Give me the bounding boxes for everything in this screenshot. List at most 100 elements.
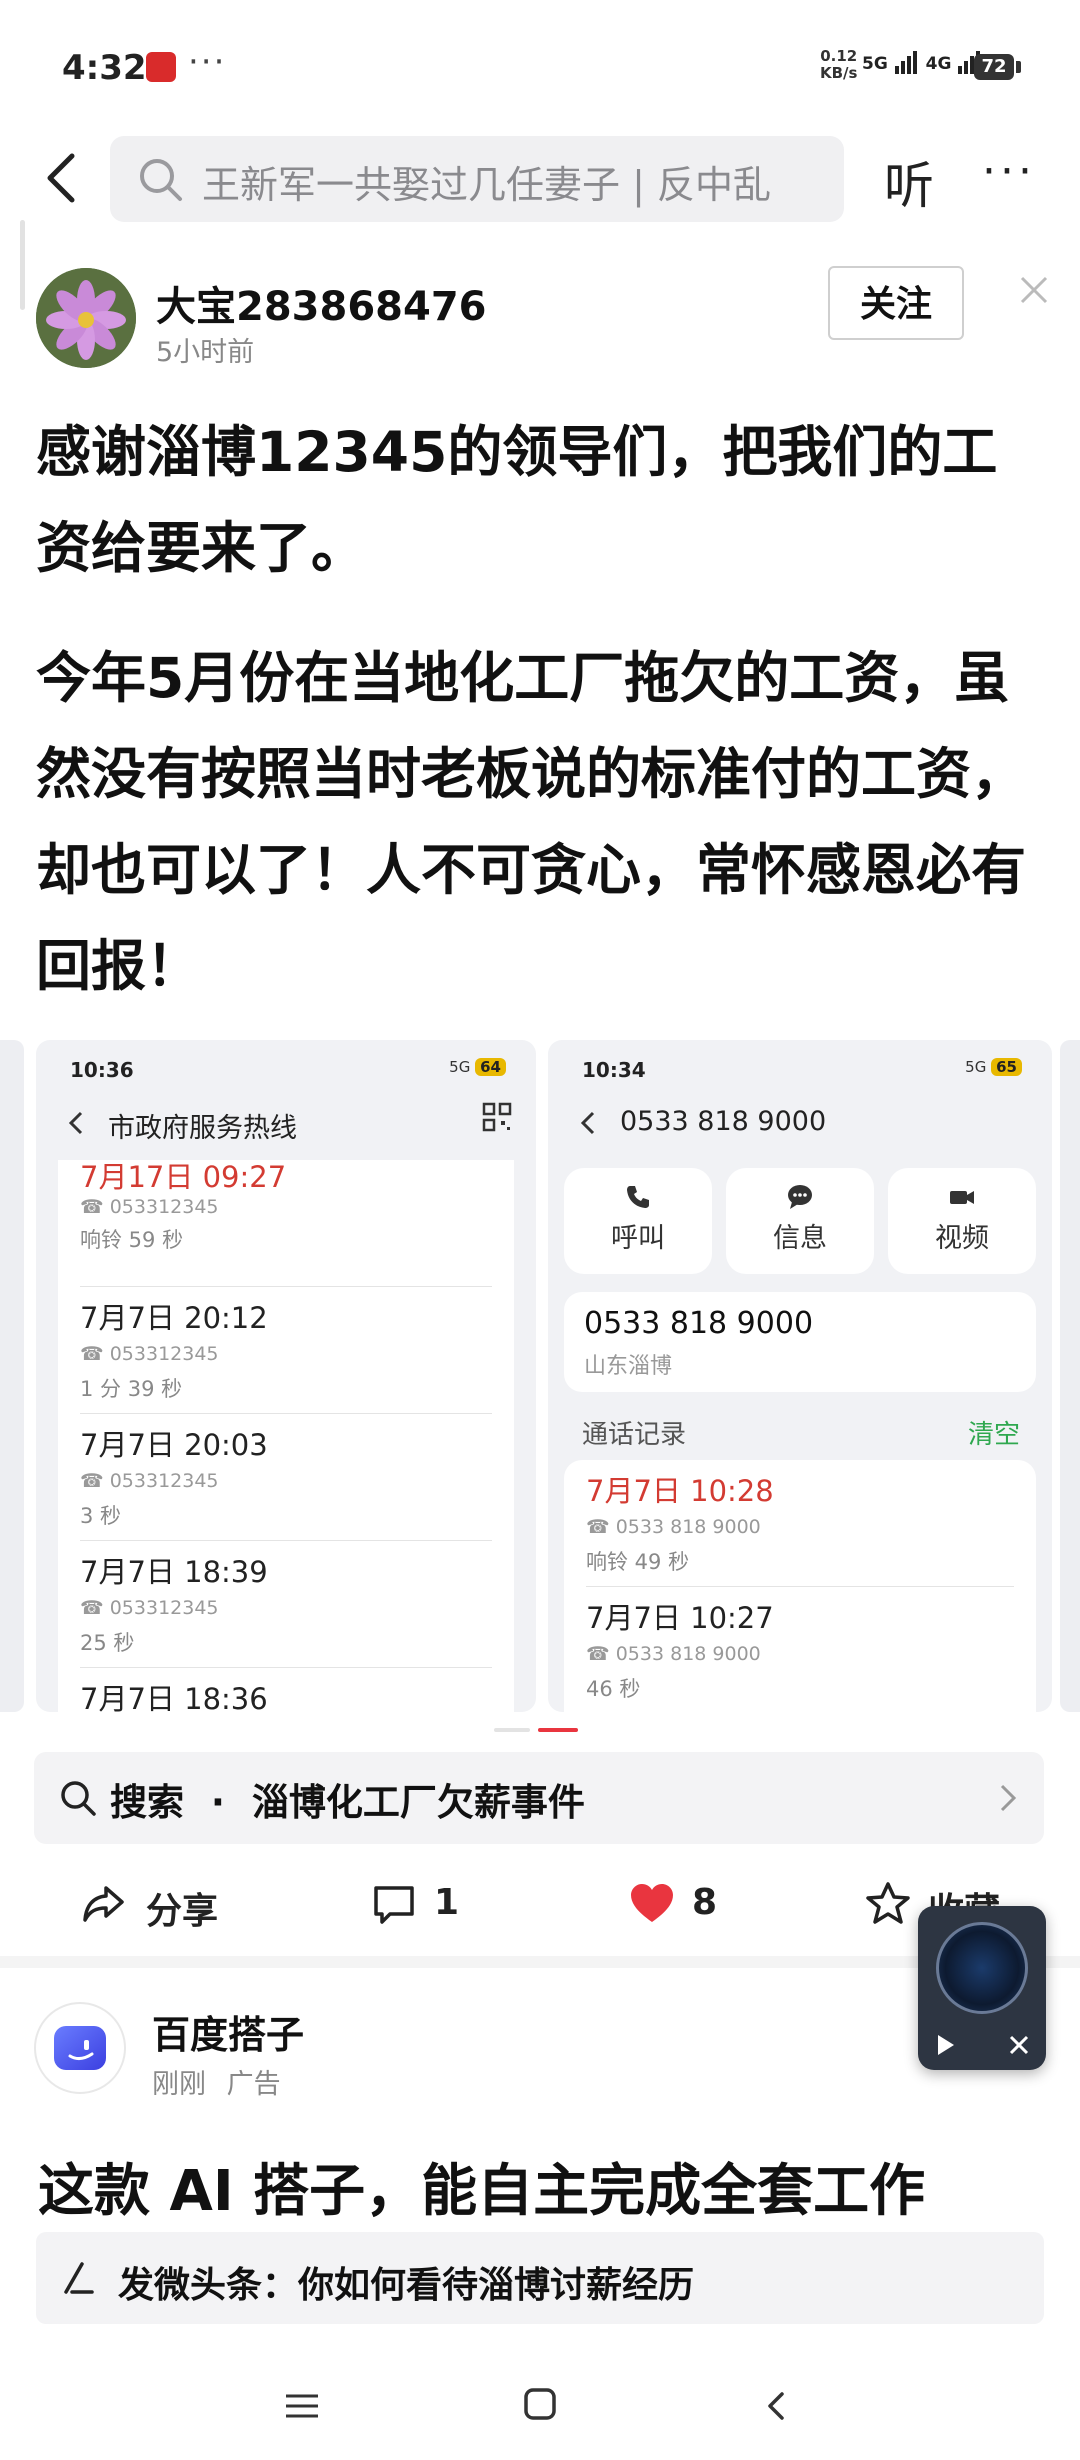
mini-battery-icon: 64 [475,1058,506,1076]
ad-time: 刚刚 [152,2069,206,2100]
call-entry[interactable]: 7月7日 18:36 [80,1668,492,1712]
call-entry[interactable]: 7月7日 20:03 ☎ 053312345 3 秒 [80,1414,492,1541]
call-action-button[interactable]: 呼叫 [564,1168,712,1274]
pen-icon [64,2262,94,2294]
message-action-label: 信息 [773,1223,827,1254]
close-icon[interactable] [1004,2030,1034,2060]
call-duration: 25 秒 [80,1631,135,1655]
battery-tip [1016,61,1021,73]
more-options-button[interactable]: ··· [982,146,1036,197]
call-number: ☎ 0533 818 9000 [586,1516,761,1538]
video-action-button[interactable]: 视频 [888,1168,1036,1274]
scroll-indicator [20,220,25,310]
call-duration: 3 秒 [80,1504,122,1528]
call-log-screenshot-1[interactable]: 10:36 5G 64 市政府服务热线 7月17日 09:27 ☎ 053312… [36,1040,536,1712]
search-icon [61,1781,96,1816]
call-number: ☎ 053312345 [80,1597,219,1619]
message-action-button[interactable]: 信息 [726,1168,874,1274]
play-icon[interactable] [930,2030,960,2060]
related-search-separator: · [210,1781,225,1824]
carousel-next-image[interactable] [1060,1040,1080,1712]
phone-icon [627,1186,649,1208]
mini-back-icon [68,1111,83,1135]
call-duration: 1 分 39 秒 [80,1377,183,1401]
call-entry[interactable]: 7月7日 10:28 ☎ 0533 818 9000 响铃 49 秒 [586,1460,1014,1587]
mini-status-icons: 5G 65 [965,1058,1022,1076]
ad-tag: 广告 [226,2069,281,2100]
call-log-screenshot-2[interactable]: 10:34 5G 65 0533 818 9000 呼叫 信息 视频 0533 … [548,1040,1052,1712]
share-button[interactable]: 分享 [80,1874,240,1934]
share-label: 分享 [146,1891,219,1932]
like-button[interactable]: 8 [628,1874,748,1934]
mini-signal: 5G [449,1058,471,1076]
call-time: 7月7日 18:36 [80,1682,268,1712]
signal-bars-icon [894,51,917,74]
ad-avatar[interactable] [34,2002,126,2094]
related-search-query: 淄博化工厂欠薪事件 [251,1781,585,1824]
home-icon[interactable] [522,2386,558,2422]
carousel-indicator [494,1728,586,1732]
close-icon[interactable] [1016,272,1052,308]
comment-prompt-text[interactable]: 发微头条：你如何看待淄博讨薪经历 [118,2256,694,2308]
post-paragraph-2: 今年5月份在当地化工厂拖欠的工资，虽然没有按照当时老板说的标准付的工资，却也可以… [36,646,1027,998]
call-number: ☎ 053312345 [80,1470,219,1492]
clear-log-button[interactable]: 清空 [968,1414,1020,1451]
back-arrow-icon[interactable] [34,148,94,208]
call-duration: 响铃 59 秒 [80,1228,184,1252]
floating-player-cover[interactable] [936,1922,1028,2014]
post-paragraph-1: 感谢淄博12345的领导们，把我们的工资给要来了。 [36,420,998,580]
app-notification-icon [146,52,176,82]
share-icon [83,1886,124,1922]
search-input[interactable]: 王新军一共娶过几任妻子 | 反中乱 [202,154,822,209]
author-name[interactable]: 大宝283868476 [156,274,487,332]
call-time: 7月7日 10:28 [586,1474,774,1508]
call-entry[interactable]: 7月7日 10:27 ☎ 0533 818 9000 46 秒 [586,1587,1014,1712]
follow-button[interactable]: 关注 [828,266,964,340]
related-search-text[interactable]: 搜索 · 淄博化工厂欠薪事件 [110,1772,585,1826]
contact-number-card[interactable]: 0533 818 9000 山东淄博 [564,1292,1036,1392]
call-action-label: 呼叫 [611,1223,665,1254]
call-time: 7月7日 20:12 [80,1301,268,1335]
ad-headline[interactable]: 这款 AI 搭子，能自主完成全套工作 [38,2146,925,2227]
call-time: 7月7日 10:27 [586,1601,774,1635]
call-time: 7月17日 09:27 [80,1160,287,1194]
call-time: 7月7日 18:39 [80,1555,268,1589]
call-entry[interactable]: 7月7日 18:39 ☎ 053312345 25 秒 [80,1541,492,1668]
back-icon[interactable] [762,2388,790,2424]
search-icon [140,159,182,201]
mini-status-time: 10:34 [582,1058,646,1082]
mini-status-icons: 5G 64 [449,1058,506,1076]
post-time: 5小时前 [156,337,255,368]
mini-contact-title: 市政府服务热线 [108,1113,297,1144]
call-number: ☎ 053312345 [80,1196,219,1218]
related-search-prefix: 搜索 [110,1781,184,1824]
net-speed-value: 0.12 [820,47,858,65]
call-entry[interactable]: 7月7日 20:12 ☎ 053312345 1 分 39 秒 [80,1287,492,1414]
mini-battery-icon: 65 [991,1058,1022,1076]
qr-code-icon [482,1102,512,1132]
author-avatar[interactable] [36,268,136,368]
call-time: 7月7日 20:03 [80,1428,268,1462]
comment-button[interactable]: 1 [370,1874,490,1934]
message-icon [788,1185,812,1209]
contact-location: 山东淄博 [584,1354,673,1379]
carousel-dot [494,1728,530,1732]
status-more-icon: ··· [188,42,227,82]
baidu-dazi-logo-icon [54,2026,106,2070]
call-duration: 46 秒 [586,1677,641,1701]
call-duration: 响铃 49 秒 [586,1550,690,1574]
call-entry[interactable]: 7月17日 09:27 ☎ 053312345 响铃 59 秒 [80,1160,492,1287]
listen-button[interactable]: 听 [884,146,934,218]
ad-account-name[interactable]: 百度搭子 [152,2004,304,2059]
contact-number: 0533 818 9000 [584,1306,814,1341]
flower-avatar-image [36,268,136,368]
carousel-prev-image[interactable] [0,1040,24,1712]
call-log-header: 通话记录 [582,1420,687,1450]
carousel-dot-active [538,1728,578,1732]
mini-back-icon [580,1111,595,1135]
net-speed: 0.12 KB/s [820,48,857,82]
call-list: 7月7日 10:28 ☎ 0533 818 9000 响铃 49 秒 7月7日 … [564,1460,1036,1712]
chevron-right-icon [1000,1784,1017,1812]
recent-apps-icon[interactable] [282,2390,322,2422]
signal-5g-label: 5G [862,54,888,74]
